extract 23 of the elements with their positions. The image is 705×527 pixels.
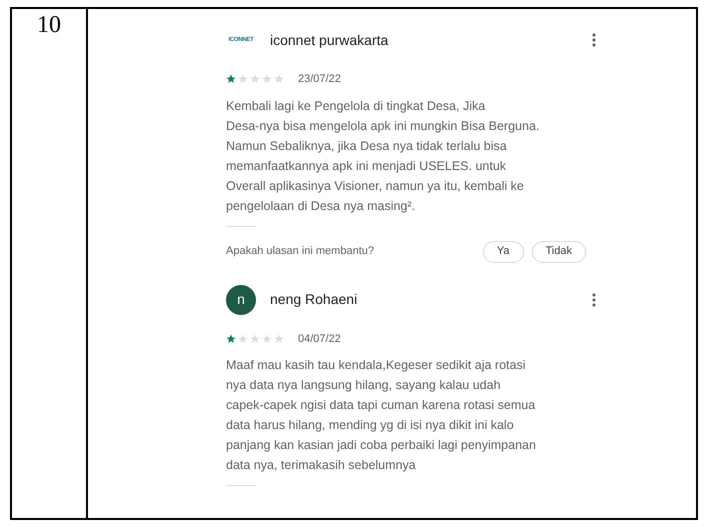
answer-button[interactable]: Tidak (532, 240, 586, 262)
star-icon (274, 74, 284, 84)
star-icon (262, 334, 272, 344)
star-icon (238, 334, 248, 344)
review-date: 23/07/22 (298, 72, 341, 87)
row-number: 10 (37, 13, 61, 37)
star-icon (250, 74, 260, 84)
star-icon (274, 334, 284, 344)
star-icon (250, 334, 260, 344)
avatar: n (226, 284, 256, 314)
star-icon (226, 334, 236, 344)
star-icon (262, 74, 272, 84)
answer-button[interactable]: Ya (482, 240, 524, 262)
review-date: 04/07/22 (298, 332, 341, 346)
more-options-icon[interactable] (592, 292, 596, 306)
star-icon (226, 74, 236, 84)
star-icon (238, 74, 248, 84)
reviewer-name: neng Rohaeni (270, 290, 358, 309)
review-text: Kembali lagi ke Pengelola di tingkat Desa, Jika Desa-nya bisa mengelola apk ini mungkin Bisa Berguna. Namun Sebaliknya, jika Desa nya tidak terlalu bisa memanfaatkannya apk ini menjadi USELES. untuk Overall aplikasinya Visioner, namun ya itu, kembali ke pengelolaan di Desa nya masing². (226, 98, 540, 215)
more-options-icon[interactable] (592, 33, 596, 47)
reviewer-name: iconnet purwakarta (270, 30, 388, 50)
helpful-question: Apakah ulasan ini membantu? (226, 244, 374, 260)
review-text: Maaf mau kasih tau kendala,Kegeser sedikit aja rotasi nya data nya langsung hilang, sayang kalau udah capek-capek ngisi data tapi cuman karena rotasi semua data harus hilang, mending yg di isi nya dikit ini kalo panjang kan kasian jadi coba perbaiki lagi penyimpanan data nya, terimakasih sebelumnya (226, 357, 537, 474)
